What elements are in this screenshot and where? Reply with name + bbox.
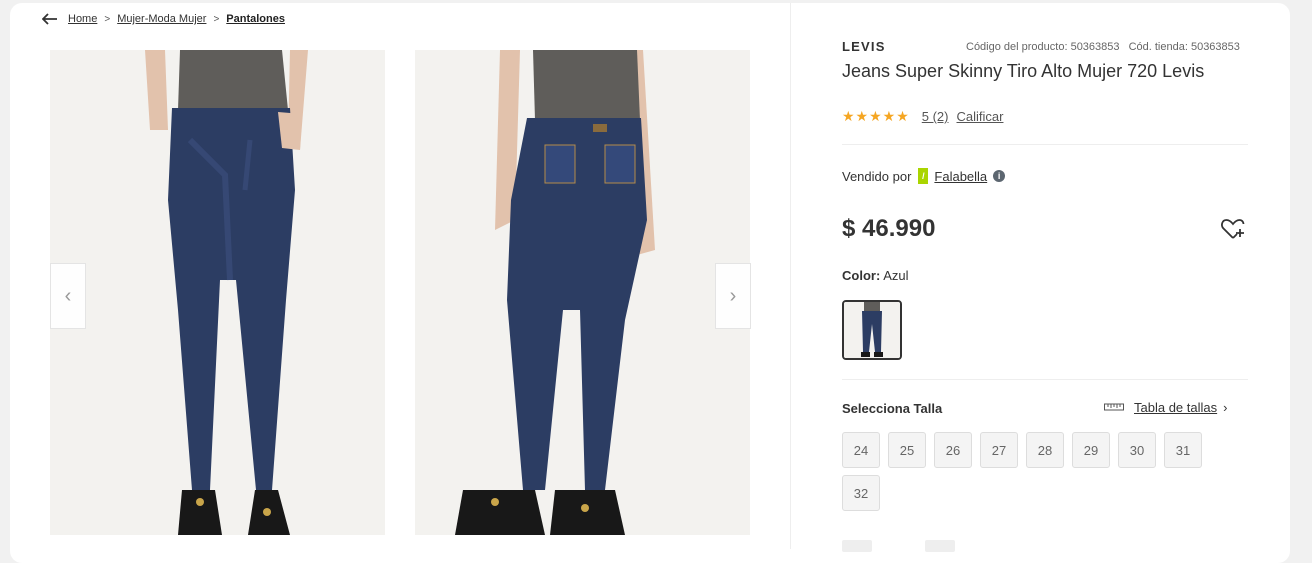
size-table-text: Tabla de tallas xyxy=(1134,400,1218,415)
rating-count-link[interactable]: 5 (2) xyxy=(922,109,949,124)
chevron-right-icon: › xyxy=(729,284,737,307)
divider xyxy=(842,144,1248,145)
product-title: Jeans Super Skinny Tiro Alto Mujer 720 L… xyxy=(842,61,1205,81)
seller-link[interactable]: Falabella xyxy=(934,169,987,184)
product-image-front[interactable] xyxy=(50,50,385,535)
breadcrumb: Home > Mujer-Moda Mujer > Pantalones xyxy=(42,11,285,27)
breadcrumb-pantalones[interactable]: Pantalones xyxy=(226,13,285,25)
seller-row: Vendido por / Falabella i xyxy=(842,168,1006,184)
product-code: Código del producto: 50363853 xyxy=(966,41,1120,53)
rate-link[interactable]: Calificar xyxy=(957,109,1004,124)
color-swatch-azul[interactable] xyxy=(842,300,902,360)
store-code: Cód. tienda: 50363853 xyxy=(1128,41,1240,53)
back-arrow-icon[interactable] xyxy=(42,12,58,26)
breadcrumb-mujer-moda[interactable]: Mujer-Moda Mujer xyxy=(117,13,206,25)
falabella-logo-icon: / xyxy=(918,168,929,184)
size-option-28[interactable]: 28 xyxy=(1026,432,1064,468)
product-codes: Código del producto: 50363853 Cód. tiend… xyxy=(966,41,1240,53)
color-label-text: Color: xyxy=(842,268,881,283)
size-option-29[interactable]: 29 xyxy=(1072,432,1110,468)
breadcrumb-separator: > xyxy=(104,13,111,25)
breadcrumb-home[interactable]: Home xyxy=(68,13,97,25)
size-option-32[interactable]: 32 xyxy=(842,475,880,511)
rating-row: ★★★★★ 5 (2) Calificar xyxy=(842,108,1003,125)
color-value: Azul xyxy=(883,268,909,283)
size-table-link[interactable]: Tabla de tallas › xyxy=(1104,400,1227,415)
size-option-31[interactable]: 31 xyxy=(1164,432,1202,468)
info-icon[interactable]: i xyxy=(993,170,1006,182)
size-option-25[interactable]: 25 xyxy=(888,432,926,468)
product-brand[interactable]: LEVIS xyxy=(842,39,886,54)
star-rating-icon: ★★★★★ xyxy=(842,108,910,124)
gallery-prev-button[interactable]: ‹ xyxy=(50,263,86,329)
size-option-24[interactable]: 24 xyxy=(842,432,880,468)
panel-divider xyxy=(790,3,791,549)
gallery-next-button[interactable]: › xyxy=(715,263,751,329)
chevron-right-icon: › xyxy=(1223,400,1228,415)
chevron-left-icon: ‹ xyxy=(64,284,72,307)
size-label: Selecciona Talla xyxy=(842,401,943,416)
product-image-back[interactable] xyxy=(415,50,750,535)
wishlist-heart-icon[interactable] xyxy=(1220,217,1246,241)
color-label: Color: Azul xyxy=(842,268,908,283)
breadcrumb-separator: > xyxy=(213,13,220,25)
quantity-increase-button[interactable] xyxy=(925,540,955,552)
divider xyxy=(842,379,1248,380)
ruler-icon xyxy=(1104,400,1124,415)
size-option-30[interactable]: 30 xyxy=(1118,432,1156,468)
size-option-27[interactable]: 27 xyxy=(980,432,1018,468)
size-option-26[interactable]: 26 xyxy=(934,432,972,468)
quantity-decrease-button[interactable] xyxy=(842,540,872,552)
seller-label: Vendido por xyxy=(842,168,912,184)
product-price: $ 46.990 xyxy=(842,215,936,242)
